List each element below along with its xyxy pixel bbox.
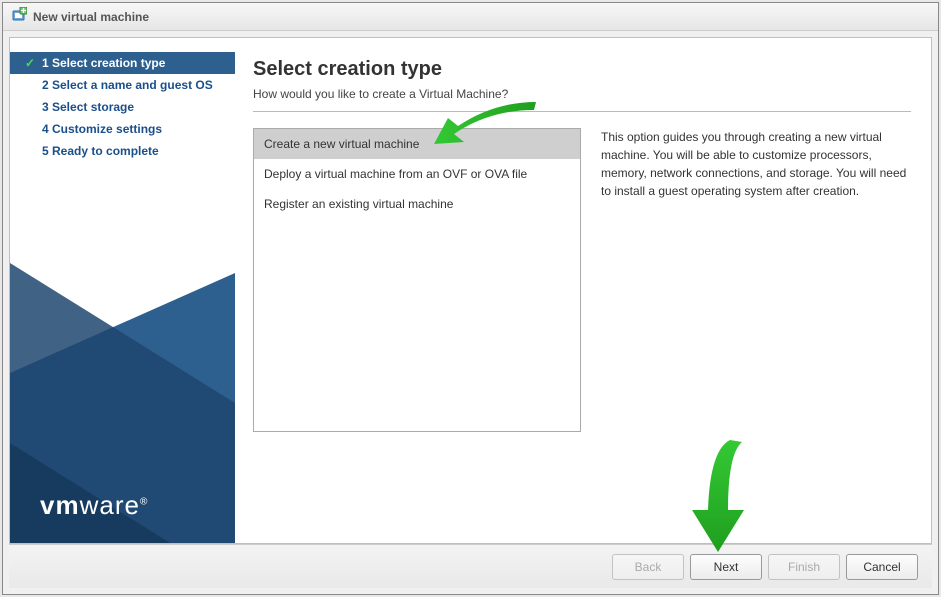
option-description: This option guides you through creating …	[601, 128, 911, 533]
page-heading: Select creation type	[253, 58, 911, 81]
step-label: 2 Select a name and guest OS	[42, 78, 213, 92]
wizard-footer: Back Next Finish Cancel	[9, 544, 932, 588]
dialog-body: ✓ 1 Select creation type 2 Select a name a…	[9, 37, 932, 544]
page-subtitle: How would you like to create a Virtual M…	[253, 87, 911, 112]
step-label: 4 Customize settings	[42, 122, 162, 136]
sidebar-art	[10, 223, 235, 543]
wizard-main: Select creation type How would you like …	[235, 38, 931, 543]
creation-option[interactable]: Create a new virtual machine	[254, 129, 580, 159]
new-vm-dialog: New virtual machine ✓ 1 Select creation t…	[2, 2, 939, 595]
window-title: New virtual machine	[33, 10, 149, 24]
creation-option[interactable]: Deploy a virtual machine from an OVF or …	[254, 159, 580, 189]
titlebar: New virtual machine	[3, 3, 938, 31]
wizard-steps: ✓ 1 Select creation type 2 Select a name a…	[10, 38, 235, 162]
wizard-step-1[interactable]: ✓ 1 Select creation type	[10, 52, 235, 74]
creation-option[interactable]: Register an existing virtual machine	[254, 189, 580, 219]
wizard-step-5[interactable]: 5 Ready to complete	[10, 140, 235, 162]
step-label: 3 Select storage	[42, 100, 134, 114]
finish-button[interactable]: Finish	[768, 554, 840, 580]
cancel-button[interactable]: Cancel	[846, 554, 918, 580]
check-icon: ✓	[24, 56, 36, 70]
content-row: Create a new virtual machineDeploy a vir…	[253, 128, 911, 533]
back-button[interactable]: Back	[612, 554, 684, 580]
step-label: 5 Ready to complete	[42, 144, 159, 158]
vmware-logo: vmware®	[40, 490, 148, 521]
step-label: 1 Select creation type	[42, 56, 165, 70]
wizard-step-4[interactable]: 4 Customize settings	[10, 118, 235, 140]
wizard-step-2[interactable]: 2 Select a name and guest OS	[10, 74, 235, 96]
next-button[interactable]: Next	[690, 554, 762, 580]
vm-new-icon	[11, 7, 27, 26]
wizard-step-3[interactable]: 3 Select storage	[10, 96, 235, 118]
creation-type-list: Create a new virtual machineDeploy a vir…	[253, 128, 581, 432]
wizard-sidebar: ✓ 1 Select creation type 2 Select a name a…	[10, 38, 235, 543]
